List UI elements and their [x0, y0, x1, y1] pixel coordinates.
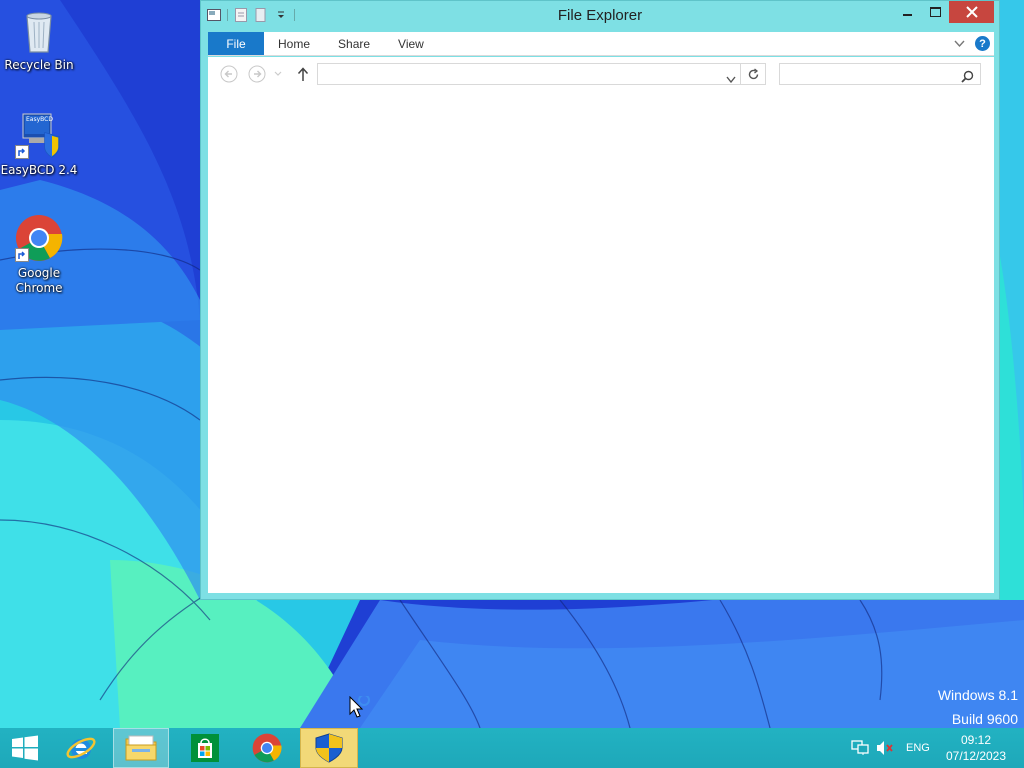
start-button[interactable]: [0, 728, 50, 768]
file-explorer-window: File Explorer File Home Share View ?: [200, 0, 1000, 600]
easybcd-icon: EasyBCD: [15, 111, 63, 159]
desktop-icon-easybcd[interactable]: EasyBCD EasyBCD 2.4: [0, 111, 78, 178]
tab-file[interactable]: File: [208, 32, 264, 55]
address-dropdown-icon[interactable]: [726, 69, 736, 88]
back-arrow-icon: [220, 65, 238, 83]
up-button[interactable]: [294, 65, 312, 83]
window-titlebar[interactable]: File Explorer: [201, 1, 999, 31]
close-icon: [965, 6, 978, 18]
file-explorer-icon: [125, 735, 157, 761]
help-icon[interactable]: ?: [975, 36, 990, 51]
forward-arrow-icon: [248, 65, 266, 83]
back-button[interactable]: [220, 65, 238, 83]
security-shield-icon: [315, 733, 343, 763]
clock-time: 09:12: [960, 733, 992, 747]
windows-build-watermark: Windows 8.1 Build 9600: [938, 683, 1018, 731]
taskbar-file-explorer[interactable]: [113, 728, 169, 768]
taskbar-google-chrome[interactable]: [239, 728, 295, 768]
ribbon-tab-bar: File Home Share View ?: [208, 32, 994, 56]
chrome-icon: [15, 214, 63, 262]
internet-explorer-icon: [66, 737, 96, 759]
start-icon: [12, 735, 38, 761]
mouse-cursor-busy-icon: [348, 694, 374, 726]
refresh-icon: [748, 67, 758, 79]
expand-ribbon-icon[interactable]: [954, 37, 965, 51]
taskbar-internet-explorer[interactable]: [53, 728, 109, 768]
search-input[interactable]: [780, 65, 980, 85]
up-arrow-icon: [297, 67, 309, 81]
taskbar-security-prompt[interactable]: [300, 728, 358, 768]
shortcut-arrow-icon: [15, 145, 29, 159]
desktop-icon-label: Recycle Bin: [4, 58, 74, 72]
file-list-area[interactable]: [208, 91, 994, 593]
recycle-bin-icon: [15, 6, 63, 54]
desktop-icon-label: EasyBCD 2.4: [0, 163, 78, 177]
ribbon-right-controls: ?: [954, 32, 994, 55]
window-title: File Explorer: [557, 7, 643, 24]
chevron-down-icon: [274, 71, 282, 76]
refresh-button[interactable]: [741, 63, 766, 85]
system-tray: ENG: [848, 728, 938, 768]
maximize-icon: [929, 7, 941, 17]
minimize-button[interactable]: [895, 1, 921, 23]
navigation-bar: [208, 57, 994, 91]
taskbar-store[interactable]: [177, 728, 233, 768]
tab-share[interactable]: Share: [324, 32, 384, 55]
search-box[interactable]: [779, 63, 981, 85]
close-button[interactable]: [949, 1, 994, 23]
recent-locations-button[interactable]: [272, 65, 284, 83]
tab-view[interactable]: View: [384, 32, 438, 55]
address-bar[interactable]: [317, 63, 741, 85]
desktop-icon-recycle-bin[interactable]: Recycle Bin: [0, 6, 78, 73]
address-input[interactable]: [318, 65, 740, 85]
chrome-icon: [252, 733, 282, 763]
volume-muted-icon[interactable]: [872, 740, 898, 756]
minimize-icon: [903, 14, 912, 16]
system-clock[interactable]: 09:12 07/12/2023: [940, 732, 1012, 764]
taskbar: ENG 09:12 07/12/2023: [0, 728, 1024, 768]
desktop-icon-label: Google Chrome: [15, 266, 63, 295]
forward-button[interactable]: [248, 65, 266, 83]
watermark-os-name: Windows 8.1: [937, 687, 1018, 703]
clock-date: 07/12/2023: [945, 749, 1007, 763]
search-icon[interactable]: [961, 68, 974, 87]
store-icon: [191, 734, 219, 762]
language-indicator[interactable]: ENG: [906, 742, 938, 754]
easybcd-badge-text: EasyBCD: [26, 116, 53, 123]
maximize-button[interactable]: [922, 1, 948, 23]
network-icon[interactable]: [848, 740, 872, 756]
desktop-icon-google-chrome[interactable]: Google Chrome: [0, 214, 78, 296]
tab-home[interactable]: Home: [264, 32, 324, 55]
shortcut-arrow-icon: [15, 248, 29, 262]
